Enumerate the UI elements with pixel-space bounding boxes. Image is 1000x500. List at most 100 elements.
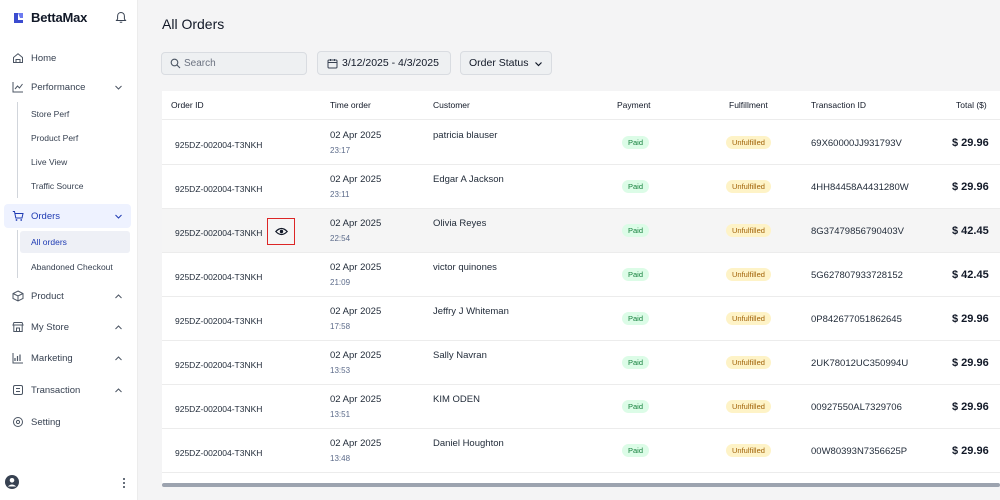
transaction-id: 00W80393N7356625P xyxy=(811,446,908,457)
sidebar-item-product[interactable]: Product xyxy=(4,284,131,308)
date-range-picker[interactable]: 3/12/2025 - 4/3/2025 xyxy=(317,51,451,75)
sidebar-subitem-product-perf[interactable]: Product Perf xyxy=(20,127,130,149)
gear-icon xyxy=(13,417,23,427)
sidebar-subitem-store-perf[interactable]: Store Perf xyxy=(20,103,130,125)
order-date: 02 Apr 2025 xyxy=(330,262,382,273)
transaction-id: 00927550AL7329706 xyxy=(811,402,902,413)
sidebar-item-label: Product xyxy=(31,290,64,302)
payment-badge: Paid xyxy=(622,268,650,281)
order-time: 13:53 xyxy=(330,366,351,375)
header-order-id[interactable]: Order ID xyxy=(171,100,204,110)
page-title: All Orders xyxy=(162,16,225,32)
table-header: Order ID Time order Customer Payment Ful… xyxy=(162,91,1000,120)
search-input[interactable] xyxy=(184,55,299,72)
more-options-icon[interactable] xyxy=(121,477,127,489)
fulfillment-badge: Unfulfilled xyxy=(726,312,771,325)
transaction-id: 2UK78012UC350994U xyxy=(811,358,909,369)
sidebar-item-label: Setting xyxy=(31,416,61,428)
table-row[interactable]: 925DZ-002004-T3NKH 02 Apr 2025 23:17 pat… xyxy=(162,121,1000,165)
eye-icon xyxy=(275,227,288,236)
order-time: 13:51 xyxy=(330,410,351,419)
order-date: 02 Apr 2025 xyxy=(330,130,382,141)
order-id[interactable]: 925DZ-002004-T3NKH xyxy=(175,448,262,458)
subitem-label: Abandoned Checkout xyxy=(31,262,113,272)
table-row[interactable]: 925DZ-002004-T3NKH 02 Apr 2025 23:11 Edg… xyxy=(162,165,1000,209)
brand[interactable]: BettaMax xyxy=(12,10,87,25)
order-total: $ 29.96 xyxy=(952,313,989,325)
sidebar-subitem-abandoned-checkout[interactable]: Abandoned Checkout xyxy=(20,256,130,278)
fulfillment-badge: Unfulfilled xyxy=(726,356,771,369)
order-date: 02 Apr 2025 xyxy=(330,438,382,449)
subitem-label: Live View xyxy=(31,157,68,167)
sidebar-item-label: Home xyxy=(31,52,57,64)
header-payment[interactable]: Payment xyxy=(617,100,651,110)
transaction-id: 5G627807933728152 xyxy=(811,270,903,281)
order-date: 02 Apr 2025 xyxy=(330,306,382,317)
bell-icon[interactable] xyxy=(115,11,127,24)
logo-icon xyxy=(14,12,23,23)
order-total: $ 42.45 xyxy=(952,225,989,237)
customer-name: patricia blauser xyxy=(433,130,498,141)
view-order-button[interactable] xyxy=(267,218,295,245)
order-time: 22:54 xyxy=(330,234,351,243)
order-status-dropdown[interactable]: Order Status xyxy=(460,51,552,75)
sidebar-item-my-store[interactable]: My Store xyxy=(4,315,131,339)
submenu-line xyxy=(17,102,18,198)
table-row[interactable]: 925DZ-002004-T3NKH 02 Apr 2025 13:51 KIM… xyxy=(162,385,1000,429)
header-transaction-id[interactable]: Transaction ID xyxy=(811,100,866,110)
customer-name: KIM ODEN xyxy=(433,394,480,405)
sidebar-item-label: Transaction xyxy=(31,384,81,396)
table-row[interactable]: 925DZ-002004-T3NKH 02 Apr 2025 21:09 vic… xyxy=(162,253,1000,297)
store-icon xyxy=(12,322,24,332)
cart-icon xyxy=(12,211,24,221)
chevron-down-icon xyxy=(115,85,122,90)
avatar-icon[interactable] xyxy=(5,475,19,489)
horizontal-scrollbar[interactable] xyxy=(162,483,1000,487)
subitem-label: Product Perf xyxy=(31,133,79,143)
box-icon xyxy=(12,290,24,302)
order-id[interactable]: 925DZ-002004-T3NKH xyxy=(175,184,262,194)
sidebar-subitem-traffic-source[interactable]: Traffic Source xyxy=(20,175,130,197)
sidebar-item-orders[interactable]: Orders xyxy=(4,204,131,228)
order-id[interactable]: 925DZ-002004-T3NKH xyxy=(175,360,262,370)
sidebar-subitem-live-view[interactable]: Live View xyxy=(20,151,130,173)
sidebar-item-performance[interactable]: Performance xyxy=(4,75,131,99)
order-id[interactable]: 925DZ-002004-T3NKH xyxy=(175,316,262,326)
table-row[interactable]: 925DZ-002004-T3NKH 02 Apr 2025 22:54 Oli… xyxy=(162,209,1000,253)
chevron-down-icon xyxy=(535,62,542,67)
sidebar-item-transaction[interactable]: Transaction xyxy=(4,378,131,402)
table-row[interactable]: 925DZ-002004-T3NKH 02 Apr 2025 13:48 Dan… xyxy=(162,429,1000,473)
order-total: $ 29.96 xyxy=(952,357,989,369)
header-total[interactable]: Total ($) xyxy=(956,100,987,110)
payment-badge: Paid xyxy=(622,356,650,369)
table-row[interactable]: 925DZ-002004-T3NKH 02 Apr 2025 17:58 Jef… xyxy=(162,297,1000,341)
header-fulfillment[interactable]: Fulfillment xyxy=(729,100,768,110)
sidebar-subitem-all-orders[interactable]: All orders xyxy=(20,231,130,253)
payment-badge: Paid xyxy=(622,312,650,325)
customer-name: Jeffry J Whiteman xyxy=(433,306,509,317)
header-customer[interactable]: Customer xyxy=(433,100,470,110)
sidebar-item-label: Orders xyxy=(31,210,61,222)
order-id[interactable]: 925DZ-002004-T3NKH xyxy=(175,140,262,150)
order-date: 02 Apr 2025 xyxy=(330,174,382,185)
sidebar-item-home[interactable]: Home xyxy=(4,46,131,70)
order-id[interactable]: 925DZ-002004-T3NKH xyxy=(175,272,262,282)
customer-name: victor quinones xyxy=(433,262,497,273)
brand-name: BettaMax xyxy=(31,10,88,25)
sidebar: BettaMax Home Performance Store Perf Pro… xyxy=(0,0,138,500)
order-id[interactable]: 925DZ-002004-T3NKH xyxy=(175,404,262,414)
sidebar-item-marketing[interactable]: Marketing xyxy=(4,346,131,370)
table-row[interactable]: 925DZ-002004-T3NKH 02 Apr 2025 13:53 Sal… xyxy=(162,341,1000,385)
fulfillment-badge: Unfulfilled xyxy=(726,224,771,237)
calendar-icon xyxy=(327,59,338,69)
search-box[interactable] xyxy=(161,52,307,75)
order-time: 17:58 xyxy=(330,322,351,331)
header-time-order[interactable]: Time order xyxy=(330,100,371,110)
marketing-icon xyxy=(12,353,23,364)
home-icon xyxy=(13,53,23,63)
sidebar-item-setting[interactable]: Setting xyxy=(4,410,131,434)
order-id[interactable]: 925DZ-002004-T3NKH xyxy=(175,228,262,238)
sidebar-item-label: My Store xyxy=(31,321,70,333)
order-total: $ 29.96 xyxy=(952,445,989,457)
subitem-label: All orders xyxy=(31,237,67,247)
